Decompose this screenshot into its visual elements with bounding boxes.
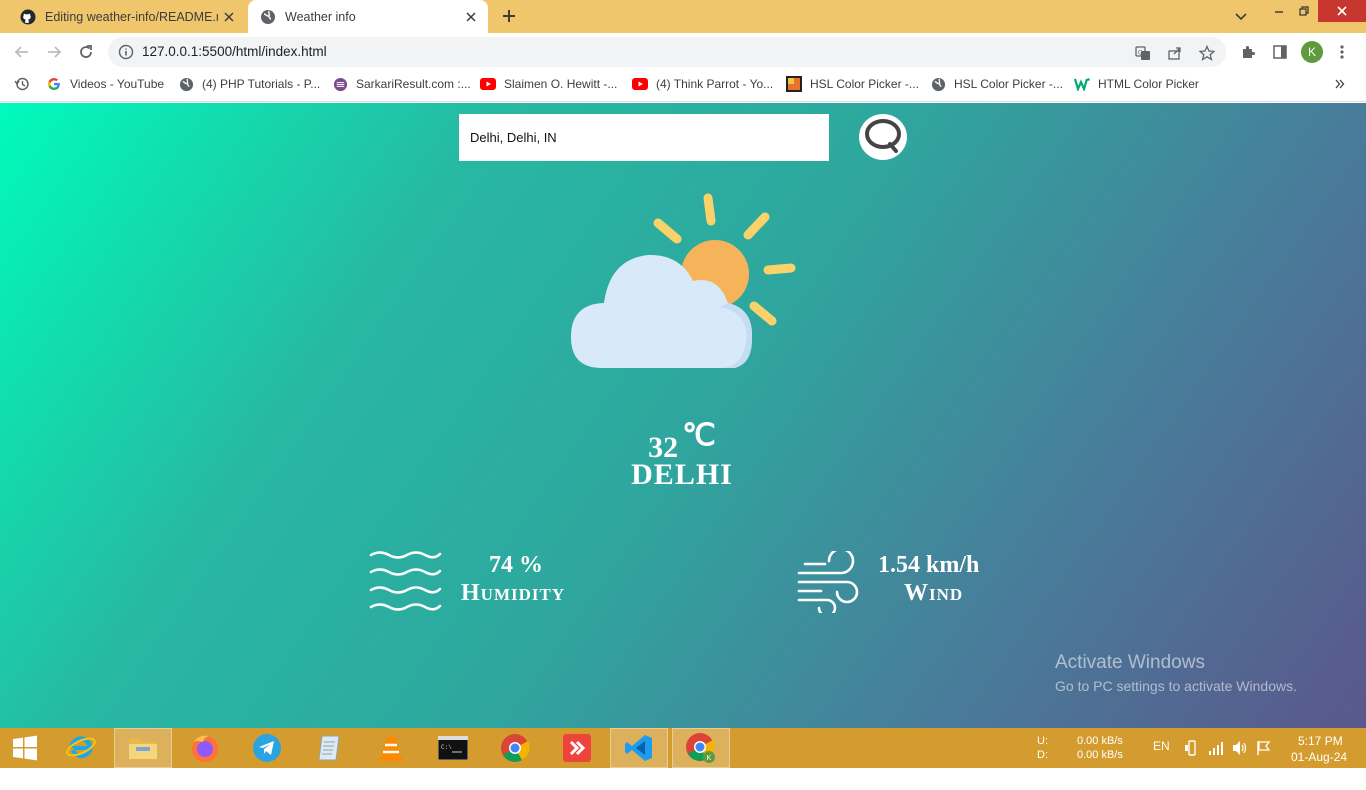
- svg-text:K: K: [707, 755, 712, 762]
- bookmark-label: (4) Think Parrot - Yo...: [656, 77, 774, 91]
- chrome-profile-icon[interactable]: K: [672, 728, 730, 768]
- share-icon[interactable]: [1166, 44, 1184, 62]
- url-text: 127.0.0.1:5500/html/index.html: [142, 44, 327, 59]
- close-window-icon[interactable]: [1318, 0, 1366, 22]
- weather-page: 32℃ DELHI 74 % Humidity 1.54 km/h Wind A…: [0, 103, 1366, 728]
- extensions-icon[interactable]: [1237, 41, 1259, 63]
- bookmark-think-parrot[interactable]: (4) Think Parrot - Yo...: [632, 70, 773, 98]
- bookmark-label: (4) PHP Tutorials - P...: [202, 77, 321, 91]
- google-icon: [46, 76, 62, 92]
- chrome-icon[interactable]: [486, 728, 544, 768]
- windows-taskbar: C:\ K U: D: 0.00 kB/s 0.00 kB/s EN 5:17 …: [0, 728, 1366, 768]
- search-button[interactable]: [859, 114, 907, 160]
- side-panel-icon[interactable]: [1269, 41, 1291, 63]
- bookmark-slaimen-hewitt[interactable]: Slaimen O. Hewitt -...: [480, 70, 617, 98]
- tab-weather-info[interactable]: Weather info: [248, 0, 488, 33]
- tab-readme[interactable]: Editing weather-info/README.m: [10, 0, 246, 33]
- bookmark-label: HSL Color Picker -...: [810, 77, 919, 91]
- partly-cloudy-icon: [560, 191, 800, 376]
- forward-icon[interactable]: [41, 39, 67, 65]
- globe-icon: [260, 9, 276, 25]
- humidity-waves-icon: [368, 548, 442, 619]
- city-name: DELHI: [631, 458, 733, 491]
- tab-strip: Editing weather-info/README.m Weather in…: [0, 0, 1366, 33]
- bookmark-php-tutorials[interactable]: (4) PHP Tutorials - P...: [178, 70, 320, 98]
- network-signal-icon[interactable]: [1208, 740, 1224, 780]
- temperature-unit: ℃: [682, 419, 716, 452]
- humidity-label: Humidity: [461, 580, 566, 606]
- close-tab-icon[interactable]: [218, 6, 240, 28]
- tab-title: Weather info: [285, 9, 356, 24]
- menu-icon[interactable]: [1331, 41, 1353, 63]
- bookmark-hsl-color-picker-2[interactable]: HSL Color Picker -...: [930, 70, 1063, 98]
- language-indicator[interactable]: EN: [1153, 739, 1170, 779]
- bookmark-label: HSL Color Picker -...: [954, 77, 1063, 91]
- github-icon: [20, 9, 36, 25]
- volume-icon[interactable]: [1232, 740, 1248, 780]
- youtube-icon: [480, 76, 496, 92]
- firefox-icon[interactable]: [176, 728, 234, 768]
- watermark-subtitle: Go to PC settings to activate Windows.: [1055, 678, 1297, 694]
- bookmark-videos-youtube[interactable]: Videos - YouTube: [46, 70, 164, 98]
- start-icon[interactable]: [0, 728, 50, 768]
- w-icon: [1074, 76, 1090, 92]
- svg-text:G: G: [1138, 51, 1143, 57]
- minimize-icon[interactable]: [1268, 0, 1290, 22]
- bookmark-hsl-color-picker-1[interactable]: HSL Color Picker -...: [786, 70, 919, 98]
- device-icon[interactable]: [1184, 740, 1200, 780]
- globe-icon: [930, 76, 946, 92]
- tab-title: Editing weather-info/README.m: [45, 9, 218, 24]
- sarkari-icon: [332, 76, 348, 92]
- clock-date[interactable]: 01-Aug-24: [1291, 750, 1347, 790]
- humidity-value: 74 %: [489, 552, 543, 578]
- tab-search-icon[interactable]: [1230, 6, 1252, 28]
- wind-label: Wind: [904, 580, 964, 606]
- bookmark-star-icon[interactable]: [1198, 44, 1216, 62]
- more-bookmarks-icon[interactable]: [1335, 70, 1345, 98]
- bookmark-sarkari-result[interactable]: SarkariResult.com :...: [332, 70, 471, 98]
- youtube-icon: [632, 76, 648, 92]
- svg-text:C:\: C:\: [441, 744, 452, 751]
- wind-value: 1.54 km/h: [878, 552, 980, 578]
- translate-icon[interactable]: G: [1134, 44, 1152, 62]
- new-tab-button[interactable]: [498, 5, 520, 27]
- bookmark-html-color-picker[interactable]: HTML Color Picker: [1074, 70, 1199, 98]
- back-icon[interactable]: [9, 39, 35, 65]
- browser-toolbar: 127.0.0.1:5500/html/index.html G K: [0, 33, 1366, 70]
- notepad-icon[interactable]: [300, 728, 358, 768]
- net-down-label: D:: [1037, 749, 1048, 761]
- history-icon[interactable]: [14, 70, 30, 98]
- site-info-icon[interactable]: [118, 44, 134, 60]
- globe-icon: [178, 76, 194, 92]
- telegram-icon[interactable]: [238, 728, 296, 768]
- search-icon: [863, 116, 903, 159]
- close-tab-icon[interactable]: [460, 6, 482, 28]
- reload-icon[interactable]: [73, 39, 99, 65]
- bookmark-label: SarkariResult.com :...: [356, 77, 471, 91]
- city-search-input[interactable]: [459, 114, 829, 161]
- bookmarks-bar: Videos - YouTube (4) PHP Tutorials - P..…: [0, 70, 1366, 102]
- action-center-flag-icon[interactable]: [1256, 740, 1272, 780]
- cmd-icon[interactable]: C:\: [424, 728, 482, 768]
- watermark-title: Activate Windows: [1055, 652, 1205, 673]
- wind-icon: [797, 547, 861, 618]
- vlc-icon[interactable]: [362, 728, 420, 768]
- anydesk-icon[interactable]: [548, 728, 606, 768]
- bookmark-label: Videos - YouTube: [70, 77, 165, 91]
- profile-avatar[interactable]: K: [1301, 41, 1323, 63]
- restore-icon[interactable]: [1292, 0, 1316, 22]
- net-down-speed: 0.00 kB/s: [1077, 749, 1123, 761]
- bookmark-label: HTML Color Picker: [1098, 77, 1199, 91]
- vscode-icon[interactable]: [610, 728, 668, 768]
- bookmark-label: Slaimen O. Hewitt -...: [504, 77, 618, 91]
- hsl-icon: [786, 76, 802, 92]
- internet-explorer-icon[interactable]: [52, 728, 110, 768]
- file-explorer-icon[interactable]: [114, 728, 172, 768]
- address-bar[interactable]: 127.0.0.1:5500/html/index.html G: [108, 37, 1226, 67]
- activate-windows-watermark: Activate Windows Go to PC settings to ac…: [1055, 652, 1297, 694]
